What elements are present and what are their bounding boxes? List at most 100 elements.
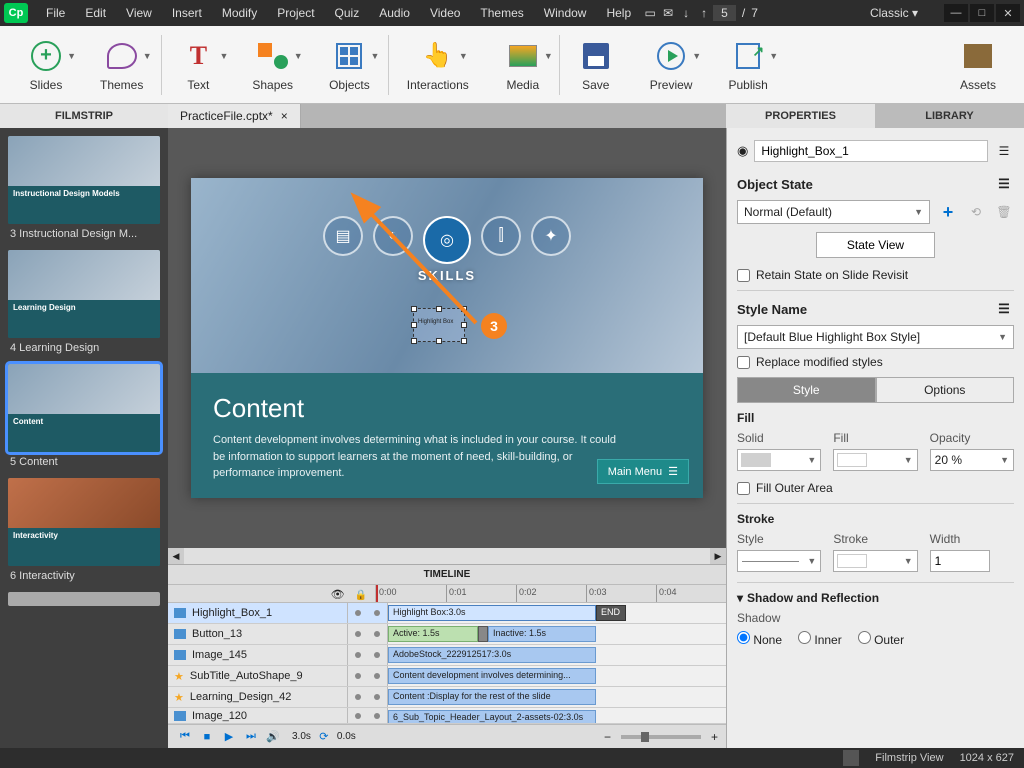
lock-toggle[interactable]: [374, 713, 380, 719]
workspace-dropdown[interactable]: Classic ▾: [860, 4, 928, 22]
ribbon-save[interactable]: Save: [560, 34, 632, 96]
lock-toggle[interactable]: [374, 673, 380, 679]
lock-toggle[interactable]: [374, 610, 380, 616]
selection-box[interactable]: Highlight Box: [413, 308, 465, 342]
file-tab[interactable]: PracticeFile.cptx*×: [168, 104, 301, 128]
canvas-hscroll[interactable]: ◀ ▶: [168, 548, 726, 564]
menu-help[interactable]: Help: [596, 6, 641, 20]
library-tab[interactable]: LIBRARY: [875, 104, 1024, 128]
visibility-toggle[interactable]: [355, 631, 361, 637]
timeline-bar[interactable]: 6_Sub_Topic_Header_Layout_2-assets-02:3.…: [388, 710, 596, 724]
zoom-out-button[interactable]: −: [604, 730, 611, 744]
delete-state-icon[interactable]: 🗑: [994, 202, 1014, 222]
visibility-toggle[interactable]: [355, 694, 361, 700]
mail-icon[interactable]: ✉: [659, 4, 677, 22]
opacity-input[interactable]: 20 %▼: [930, 449, 1014, 471]
menu-insert[interactable]: Insert: [162, 6, 212, 20]
shadow-inner-radio[interactable]: Inner: [798, 631, 842, 647]
state-view-button[interactable]: State View: [816, 232, 935, 258]
timeline-row[interactable]: ★SubTitle_AutoShape_9 Content developmen…: [168, 666, 726, 687]
menu-file[interactable]: File: [36, 6, 75, 20]
menu-audio[interactable]: Audio: [369, 6, 420, 20]
timeline-row[interactable]: Image_120 6_Sub_Topic_Header_Layout_2-as…: [168, 708, 726, 724]
download-icon[interactable]: ↓: [677, 4, 695, 22]
shadow-header[interactable]: ▾ Shadow and Reflection: [737, 591, 1014, 605]
playhead[interactable]: [376, 585, 378, 602]
visibility-toggle[interactable]: [355, 610, 361, 616]
status-mini-icon[interactable]: [843, 750, 859, 766]
timeline-bar[interactable]: Highlight Box:3.0s: [388, 605, 596, 621]
timeline-row[interactable]: Button_13 Active: 1.5sInactive: 1.5s: [168, 624, 726, 645]
ribbon-publish[interactable]: ▼Publish: [710, 34, 785, 96]
timeline-row[interactable]: Image_145 AdobeStock_222912517:3.0s: [168, 645, 726, 666]
play-button[interactable]: ▶: [220, 728, 238, 746]
filmstrip-thumb[interactable]: Interactivity 6 Interactivity: [8, 478, 160, 582]
ribbon-interactions[interactable]: 👆▼Interactions: [389, 34, 487, 96]
fill-outer-checkbox[interactable]: [737, 482, 750, 495]
scroll-left-button[interactable]: ◀: [168, 548, 184, 564]
visibility-toggle[interactable]: [355, 673, 361, 679]
reset-state-icon[interactable]: ⟲: [966, 202, 986, 222]
ribbon-text[interactable]: T▼Text: [162, 34, 234, 96]
object-name-input[interactable]: [754, 140, 988, 162]
state-dropdown[interactable]: Normal (Default)▼: [737, 200, 930, 224]
menu-quiz[interactable]: Quiz: [325, 6, 370, 20]
shadow-outer-radio[interactable]: Outer: [858, 631, 904, 647]
menu-view[interactable]: View: [116, 6, 162, 20]
menu-project[interactable]: Project: [267, 6, 324, 20]
canvas-stage[interactable]: ▤ ◐ ◎ ⫿ ✦ SKILLS Highlight Box: [168, 128, 726, 548]
ribbon-themes[interactable]: ▼Themes: [82, 34, 161, 96]
menu-window[interactable]: Window: [534, 6, 597, 20]
style-tab[interactable]: Style: [737, 377, 876, 403]
scroll-right-button[interactable]: ▶: [710, 548, 726, 564]
timeline-bar[interactable]: Inactive: 1.5s: [488, 626, 596, 642]
stop-button[interactable]: ■: [198, 728, 216, 746]
stroke-style-dropdown[interactable]: ▼: [737, 550, 821, 572]
timeline-bar[interactable]: Content development involves determining…: [388, 668, 596, 684]
lock-toggle[interactable]: [374, 652, 380, 658]
pause-marker[interactable]: [478, 626, 488, 642]
filmstrip-thumb[interactable]: Instructional Design Models 3 Instructio…: [8, 136, 160, 240]
timeline-ruler[interactable]: 0:00 0:01 0:02 0:03 0:04: [376, 585, 726, 602]
rewind-button[interactable]: ⏮: [176, 728, 194, 746]
menu-modify[interactable]: Modify: [212, 6, 267, 20]
options-tab[interactable]: Options: [876, 377, 1015, 403]
timeline-row[interactable]: ★Learning_Design_42 Content :Display for…: [168, 687, 726, 708]
ribbon-shapes[interactable]: ▼Shapes: [234, 34, 311, 96]
retain-state-checkbox[interactable]: [737, 269, 750, 282]
fill-color-dropdown[interactable]: ▼: [833, 449, 917, 471]
lock-toggle[interactable]: [374, 694, 380, 700]
timeline-row[interactable]: Highlight_Box_1 Highlight Box:3.0sEND: [168, 603, 726, 624]
filmstrip-header[interactable]: FILMSTRIP: [0, 104, 168, 128]
width-input[interactable]: [930, 550, 990, 572]
menu-video[interactable]: Video: [420, 6, 470, 20]
forward-button[interactable]: ⏭: [242, 728, 260, 746]
section-menu-icon[interactable]: ☰: [994, 174, 1014, 194]
menu-icon[interactable]: ☰: [994, 141, 1014, 161]
timeline-header[interactable]: TIMELINE: [168, 565, 726, 585]
timeline-bar[interactable]: Active: 1.5s: [388, 626, 478, 642]
ribbon-objects[interactable]: ▼Objects: [311, 34, 388, 96]
visibility-icon[interactable]: ◉: [737, 143, 748, 159]
close-tab-icon[interactable]: ×: [281, 109, 288, 123]
section-menu-icon[interactable]: ☰: [994, 299, 1014, 319]
zoom-in-button[interactable]: +: [711, 730, 718, 744]
add-state-button[interactable]: +: [938, 202, 958, 222]
ribbon-slides[interactable]: ▼Slides: [10, 34, 82, 96]
zoom-slider[interactable]: [621, 735, 701, 739]
visibility-toggle[interactable]: [355, 652, 361, 658]
visibility-toggle[interactable]: [355, 713, 361, 719]
menu-themes[interactable]: Themes: [470, 6, 533, 20]
audio-button[interactable]: 🔊: [264, 728, 282, 746]
upload-icon[interactable]: ↑: [695, 4, 713, 22]
timeline-bar[interactable]: AdobeStock_222912517:3.0s: [388, 647, 596, 663]
style-name-dropdown[interactable]: [Default Blue Highlight Box Style]▼: [737, 325, 1014, 349]
menu-edit[interactable]: Edit: [75, 6, 116, 20]
lock-toggle[interactable]: [374, 631, 380, 637]
minimize-button[interactable]: —: [944, 4, 968, 22]
stroke-color-dropdown[interactable]: ▼: [833, 550, 917, 572]
filmstrip-thumb[interactable]: [8, 592, 160, 606]
page-current[interactable]: 5: [713, 5, 736, 21]
solid-dropdown[interactable]: ▼: [737, 449, 821, 471]
filmstrip-thumb[interactable]: Learning Design 4 Learning Design: [8, 250, 160, 354]
